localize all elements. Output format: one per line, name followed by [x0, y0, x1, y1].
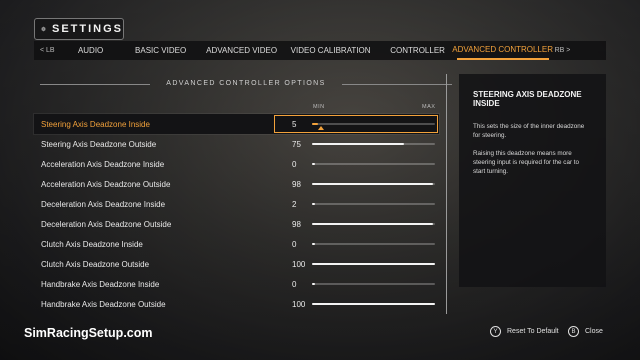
option-row-steering-deadzone-inside[interactable]: Steering Axis Deadzone Inside 5 [33, 113, 440, 135]
tab-next-hint[interactable]: RB > [549, 47, 577, 54]
slider-fill [312, 283, 316, 285]
info-paragraph: This sets the size of the inner deadzone… [473, 123, 585, 140]
option-row-acceleration-deadzone-inside[interactable]: Acceleration Axis Deadzone Inside 0 [34, 154, 439, 174]
tab-audio[interactable]: AUDIO [61, 41, 121, 60]
divider [446, 74, 447, 314]
slider-track[interactable] [312, 203, 435, 205]
option-value: 98 [292, 219, 301, 229]
slider-track[interactable] [312, 123, 435, 125]
option-value: 100 [292, 299, 306, 309]
gear-icon [41, 26, 46, 32]
tab-prev-hint[interactable]: < LB [34, 47, 61, 54]
info-panel: STEERING AXIS DEADZONE INSIDE This sets … [459, 74, 606, 287]
slider-fill [312, 143, 405, 145]
slider-fill [312, 203, 316, 205]
b-button-icon: B [568, 326, 579, 337]
option-label: Deceleration Axis Deadzone Inside [41, 199, 166, 209]
option-label: Steering Axis Deadzone Inside [41, 119, 150, 129]
option-label: Handbrake Axis Deadzone Inside [41, 279, 160, 289]
info-paragraph: Raising this deadzone means more steerin… [473, 149, 580, 176]
option-value: 100 [292, 259, 306, 269]
option-value: 2 [292, 199, 297, 209]
slider-track[interactable] [312, 303, 435, 305]
option-value: 0 [292, 159, 297, 169]
option-value: 75 [292, 139, 301, 149]
reset-label: Reset To Default [507, 328, 559, 335]
slider-track[interactable] [312, 283, 435, 285]
option-label: Handbrake Axis Deadzone Outside [41, 299, 166, 309]
option-row-steering-deadzone-outside[interactable]: Steering Axis Deadzone Outside 75 [34, 134, 439, 154]
option-value: 5 [292, 119, 297, 129]
slider-track[interactable] [312, 263, 435, 265]
tab-advanced-video[interactable]: ADVANCED VIDEO [201, 41, 283, 60]
brand-watermark: SimRacingSetup.com [24, 326, 153, 340]
close-button[interactable]: B Close [568, 326, 603, 337]
slider-fill [312, 123, 319, 125]
slider-track[interactable] [312, 183, 435, 185]
option-label: Clutch Axis Deadzone Inside [41, 239, 143, 249]
option-label: Clutch Axis Deadzone Outside [41, 259, 150, 269]
slider-track[interactable] [312, 143, 435, 145]
section-title: ADVANCED CONTROLLER OPTIONS [40, 80, 452, 87]
option-label: Steering Axis Deadzone Outside [41, 139, 157, 149]
close-label: Close [585, 328, 603, 335]
y-button-icon: Y [490, 326, 501, 337]
option-row-acceleration-deadzone-outside[interactable]: Acceleration Axis Deadzone Outside 98 [34, 174, 439, 194]
slider-fill [312, 303, 435, 305]
slider-fill [312, 223, 433, 225]
tab-advanced-controller[interactable]: ADVANCED CONTROLLER [452, 41, 553, 60]
slider-fill [312, 183, 433, 185]
options-list: Steering Axis Deadzone Inside 5 Steering… [33, 113, 440, 314]
max-label: MAX [422, 104, 436, 110]
option-row-clutch-deadzone-outside[interactable]: Clutch Axis Deadzone Outside 100 [34, 254, 439, 274]
slider-fill [312, 243, 316, 245]
option-row-handbrake-deadzone-inside[interactable]: Handbrake Axis Deadzone Inside 0 [34, 274, 439, 294]
option-label: Acceleration Axis Deadzone Inside [41, 159, 165, 169]
option-row-deceleration-deadzone-inside[interactable]: Deceleration Axis Deadzone Inside 2 [34, 194, 439, 214]
option-label: Deceleration Axis Deadzone Outside [41, 219, 172, 229]
slider-fill [312, 263, 435, 265]
option-value: 98 [292, 179, 301, 189]
slider-track[interactable] [312, 243, 435, 245]
option-value: 0 [292, 279, 297, 289]
slider-track[interactable] [312, 163, 435, 165]
option-row-handbrake-deadzone-outside[interactable]: Handbrake Axis Deadzone Outside 100 [34, 294, 439, 314]
tab-basic-video[interactable]: BASIC VIDEO [121, 41, 201, 60]
min-label: MIN [313, 104, 325, 110]
tab-controller[interactable]: CONTROLLER [379, 41, 457, 60]
slider-track[interactable] [312, 223, 435, 225]
tab-bar: < LB AUDIO BASIC VIDEO ADVANCED VIDEO VI… [34, 41, 606, 60]
slider-fill [312, 163, 316, 165]
slider-marker-icon [318, 126, 324, 130]
settings-header: SETTINGS [34, 18, 124, 40]
option-value: 0 [292, 239, 297, 249]
reset-to-default-button[interactable]: Y Reset To Default [490, 326, 559, 337]
option-row-clutch-deadzone-inside[interactable]: Clutch Axis Deadzone Inside 0 [34, 234, 439, 254]
page-title: SETTINGS [51, 23, 123, 35]
tab-video-calibration[interactable]: VIDEO CALIBRATION [283, 41, 379, 60]
option-row-deceleration-deadzone-outside[interactable]: Deceleration Axis Deadzone Outside 98 [34, 214, 439, 234]
info-title: STEERING AXIS DEADZONE INSIDE [473, 90, 582, 108]
option-label: Acceleration Axis Deadzone Outside [41, 179, 171, 189]
